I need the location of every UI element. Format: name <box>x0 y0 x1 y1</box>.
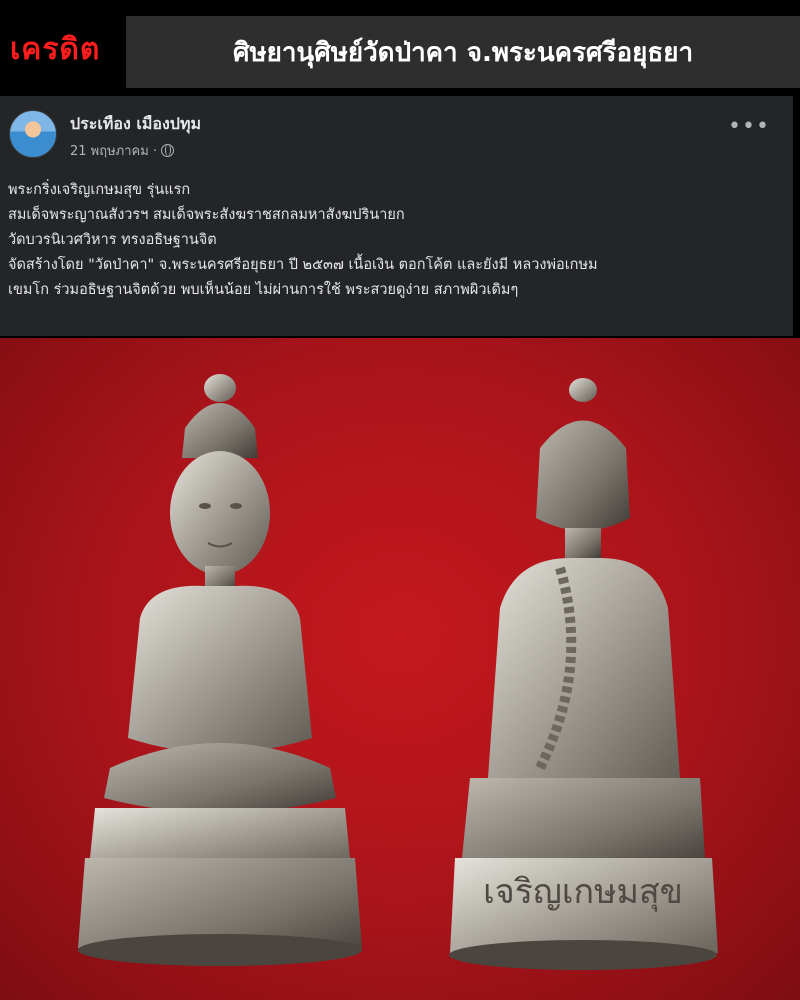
post-photo[interactable]: เจริญเกษมสุข <box>0 338 800 1000</box>
post-date[interactable]: 21 พฤษภาคม · <box>70 140 157 161</box>
banner-title-box: ศิษยานุศิษย์วัดป่าคา จ.พระนครศรีอยุธยา <box>126 16 800 88</box>
banner-title: ศิษยานุศิษย์วัดป่าคา จ.พระนครศรีอยุธยา <box>232 37 694 68</box>
post-line: จัดสร้างโดย "วัดป่าคา" จ.พระนครศรีอยุธยา… <box>8 257 598 273</box>
amulet-back: เจริญเกษมสุข <box>449 378 718 970</box>
more-options-icon[interactable]: ••• <box>728 116 769 142</box>
header-banner: เครดิต ศิษยานุศิษย์วัดป่าคา จ.พระนครศรีอ… <box>0 0 800 92</box>
avatar[interactable] <box>9 110 57 158</box>
globe-icon[interactable] <box>161 144 175 157</box>
post-line: เขมโก ร่วมอธิษฐานจิตด้วย พบเห็นน้อย ไม่ผ… <box>8 282 519 298</box>
amulet-photo-illustration: เจริญเกษมสุข <box>78 374 718 970</box>
author-name[interactable]: ประเทือง เมืองปทุม <box>70 112 201 137</box>
base-inscription: เจริญเกษมสุข <box>483 872 683 912</box>
post-line: พระกริ่งเจริญเกษมสุข รุ่นแรก <box>8 182 191 198</box>
brand-logo: เครดิต <box>10 32 101 67</box>
post-meta: 21 พฤษภาคม · <box>70 140 175 161</box>
post-line: สมเด็จพระญาณสังวรฯ สมเด็จพระสังฆราชสกลมห… <box>8 207 405 223</box>
post-line: วัดบวรนิเวศวิหาร ทรงอธิษฐานจิต <box>8 232 217 248</box>
facebook-post: ประเทือง เมืองปทุม 21 พฤษภาคม · ••• พระก… <box>0 96 793 336</box>
screenshot-page: เครดิต ศิษยานุศิษย์วัดป่าคา จ.พระนครศรีอ… <box>0 0 800 1000</box>
amulet-front <box>78 374 362 966</box>
post-body: พระกริ่งเจริญเกษมสุข รุ่นแรก สมเด็จพระญา… <box>8 178 788 303</box>
